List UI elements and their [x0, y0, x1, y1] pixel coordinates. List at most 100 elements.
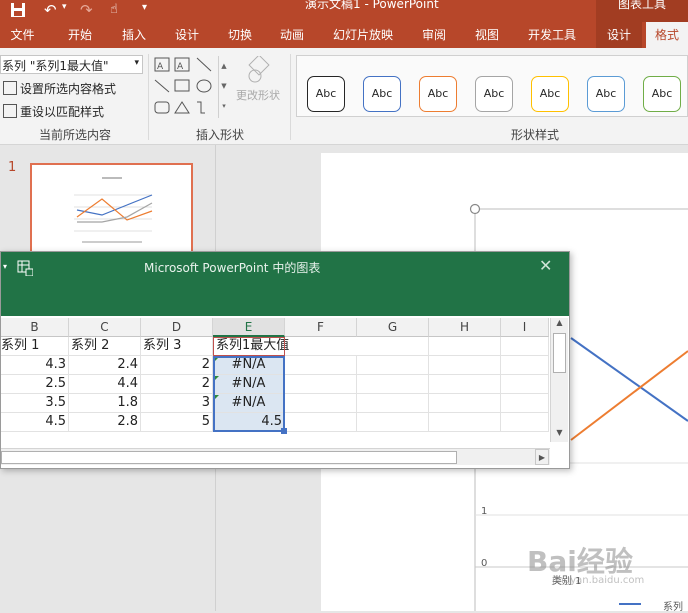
horizontal-scroll-thumb[interactable]: [1, 451, 457, 464]
table-row-3-b[interactable]: 3.5: [1, 394, 69, 413]
cell[interactable]: [501, 337, 549, 356]
cell[interactable]: [285, 413, 357, 432]
vertical-scroll-thumb[interactable]: [553, 333, 566, 373]
cell[interactable]: [429, 337, 501, 356]
cell[interactable]: [501, 375, 549, 394]
cell[interactable]: [285, 375, 357, 394]
cell[interactable]: [429, 394, 501, 413]
shape-style-3[interactable]: Abc: [419, 76, 457, 112]
cell[interactable]: [357, 413, 429, 432]
table-row-4-e[interactable]: 4.5: [213, 413, 285, 432]
tab-chart-design[interactable]: 设计: [596, 22, 642, 48]
shape-style-1[interactable]: Abc: [307, 76, 345, 112]
shapes-gallery[interactable]: A A: [153, 56, 217, 118]
column-header-c[interactable]: C: [69, 318, 141, 337]
cell[interactable]: [357, 356, 429, 375]
tab-home[interactable]: 开始: [56, 22, 104, 48]
edit-in-excel-icon[interactable]: [17, 260, 34, 277]
tab-view[interactable]: 视图: [463, 22, 511, 48]
table-row-1-b[interactable]: 4.3: [1, 356, 69, 375]
tab-transitions[interactable]: 切换: [216, 22, 264, 48]
tab-slideshow[interactable]: 幻灯片放映: [326, 22, 400, 48]
shape-style-2[interactable]: Abc: [363, 76, 401, 112]
column-header-h[interactable]: H: [429, 318, 501, 337]
tab-format[interactable]: 格式: [646, 22, 688, 48]
cell[interactable]: [429, 375, 501, 394]
tab-file[interactable]: 文件: [0, 22, 45, 48]
ribbon-separator: [290, 54, 291, 140]
cell[interactable]: [357, 375, 429, 394]
table-row-3-d[interactable]: 3: [141, 394, 213, 413]
cell[interactable]: [429, 413, 501, 432]
header-cell-d[interactable]: 系列 3: [141, 337, 213, 356]
column-header-f[interactable]: F: [285, 318, 357, 337]
tab-insert[interactable]: 插入: [110, 22, 158, 48]
cell[interactable]: [501, 394, 549, 413]
scroll-down-icon[interactable]: ▼: [551, 428, 568, 442]
chart-elements-dropdown[interactable]: 系列 "系列1最大值" ▾: [0, 55, 143, 74]
watermark-url: jingyan.baidu.com: [552, 575, 645, 586]
shapes-gallery-scroll[interactable]: ▲ ▼ ▾: [218, 56, 229, 118]
cell[interactable]: [429, 356, 501, 375]
save-icon[interactable]: [10, 2, 26, 18]
range-resize-handle[interactable]: [281, 428, 287, 434]
reset-style-button[interactable]: 重设以匹配样式: [3, 103, 104, 121]
error-indicator-icon: [214, 376, 219, 381]
watermark: Bai经验: [527, 540, 633, 580]
scroll-up-icon[interactable]: ▲: [551, 318, 568, 332]
touch-mode-icon[interactable]: ☝: [110, 2, 118, 17]
vertical-scrollbar[interactable]: ▲ ▼: [550, 318, 568, 442]
redo-icon[interactable]: ↷: [80, 1, 93, 19]
table-row-3-e[interactable]: #N/A: [213, 394, 285, 413]
header-cell-e[interactable]: 系列1最大值: [213, 337, 357, 356]
shape-style-7[interactable]: Abc: [643, 76, 681, 112]
scroll-right-icon[interactable]: ▶: [535, 449, 549, 465]
tab-developer[interactable]: 开发工具: [520, 22, 584, 48]
tab-animations[interactable]: 动画: [268, 22, 316, 48]
cell[interactable]: [501, 356, 549, 375]
window-menu-icon[interactable]: ▾: [3, 262, 7, 271]
chevron-down-icon: ▾: [134, 58, 139, 68]
table-row-4-c[interactable]: 2.8: [69, 413, 141, 432]
column-header-d[interactable]: D: [141, 318, 213, 337]
tab-design[interactable]: 设计: [163, 22, 211, 48]
chart-resize-handle: [469, 203, 481, 215]
cell[interactable]: [357, 394, 429, 413]
cell[interactable]: [285, 356, 357, 375]
undo-dropdown-icon[interactable]: ▾: [62, 2, 67, 12]
column-header-i[interactable]: I: [501, 318, 549, 337]
table-row-2-d[interactable]: 2: [141, 375, 213, 394]
table-row-4-d[interactable]: 5: [141, 413, 213, 432]
shape-style-6[interactable]: Abc: [587, 76, 625, 112]
cell[interactable]: [285, 394, 357, 413]
cell[interactable]: [501, 413, 549, 432]
column-header-b[interactable]: B: [1, 318, 69, 337]
header-cell-c[interactable]: 系列 2: [69, 337, 141, 356]
horizontal-scrollbar[interactable]: ▶: [1, 448, 550, 465]
undo-icon[interactable]: ↶: [44, 1, 57, 19]
table-row-1-c[interactable]: 2.4: [69, 356, 141, 375]
shape-style-5[interactable]: Abc: [531, 76, 569, 112]
ribbon-separator: [148, 54, 149, 140]
header-cell-b[interactable]: 系列 1: [1, 337, 69, 356]
cell[interactable]: [357, 337, 429, 356]
table-row-3-c[interactable]: 1.8: [69, 394, 141, 413]
table-row-4-b[interactable]: 4.5: [1, 413, 69, 432]
current-selection-group-label: 当前所选内容: [38, 128, 111, 142]
slide-thumbnail[interactable]: [30, 163, 193, 256]
tab-review[interactable]: 审阅: [410, 22, 458, 48]
close-icon[interactable]: ✕: [539, 256, 552, 275]
column-header-g[interactable]: G: [357, 318, 429, 337]
table-row-2-e[interactable]: #N/A: [213, 375, 285, 394]
change-shape-button[interactable]: 更改形状: [233, 54, 283, 112]
qat-customize-icon[interactable]: ▾: [142, 2, 147, 13]
table-row-2-c[interactable]: 4.4: [69, 375, 141, 394]
format-selection-button[interactable]: 设置所选内容格式: [3, 80, 116, 98]
shape-style-4[interactable]: Abc: [475, 76, 513, 112]
table-row-2-b[interactable]: 2.5: [1, 375, 69, 394]
column-header-e[interactable]: E: [213, 318, 285, 337]
table-row-1-d[interactable]: 2: [141, 356, 213, 375]
table-row-1-e[interactable]: #N/A: [213, 356, 285, 375]
cell-value: #N/A: [231, 395, 266, 410]
series-1-line: [570, 337, 688, 422]
